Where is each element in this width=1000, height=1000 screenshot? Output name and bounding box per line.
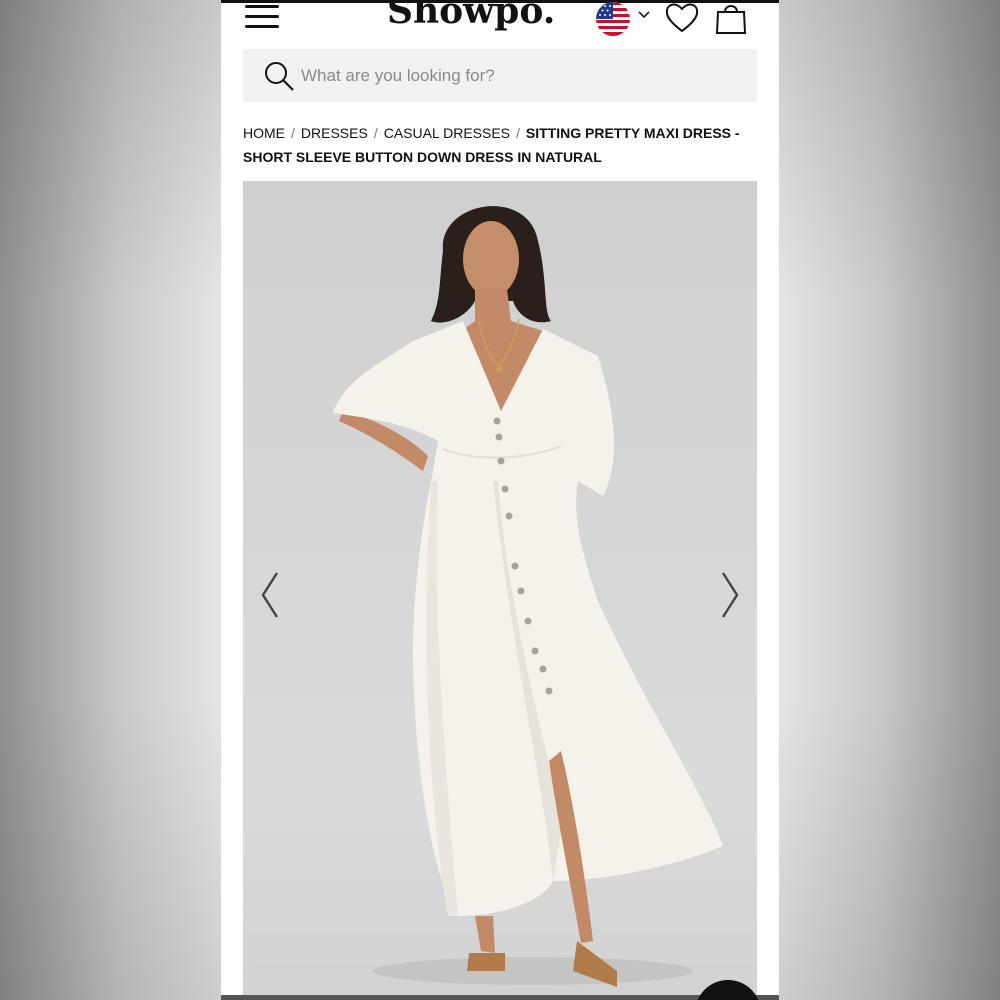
- breadcrumb-home-link[interactable]: HOME: [243, 125, 285, 141]
- chevron-down-icon: [638, 11, 650, 19]
- search-icon: [265, 62, 294, 91]
- breadcrumb-dresses-link[interactable]: DRESSES: [301, 125, 368, 141]
- breadcrumb-separator: /: [373, 125, 378, 141]
- search-input[interactable]: [301, 49, 741, 102]
- chevron-right-icon[interactable]: [713, 565, 747, 625]
- mobile-page: Showpo. What are you looking for? HOME /…: [221, 0, 779, 1000]
- chevron-left-icon[interactable]: [253, 565, 287, 625]
- breadcrumb: HOME / DRESSES / CASUAL DRESSES / Sitting Pret…: [243, 121, 753, 169]
- brand-logo[interactable]: Showpo.: [387, 0, 557, 36]
- us-flag-icon: [596, 2, 630, 36]
- breadcrumb-casual-dresses-link[interactable]: CASUAL DRESSES: [384, 125, 510, 141]
- region-selector[interactable]: [594, 0, 654, 38]
- product-image-gallery[interactable]: [243, 181, 757, 1000]
- wishlist-heart-icon[interactable]: [664, 0, 700, 36]
- shopping-bag-icon[interactable]: [714, 0, 748, 36]
- product-photo: [333, 206, 723, 987]
- breadcrumb-separator: /: [291, 125, 295, 141]
- bottom-edge: [221, 995, 779, 1000]
- breadcrumb-separator: /: [516, 125, 520, 141]
- hamburger-menu-icon[interactable]: [243, 3, 283, 33]
- search-bar[interactable]: [243, 49, 757, 102]
